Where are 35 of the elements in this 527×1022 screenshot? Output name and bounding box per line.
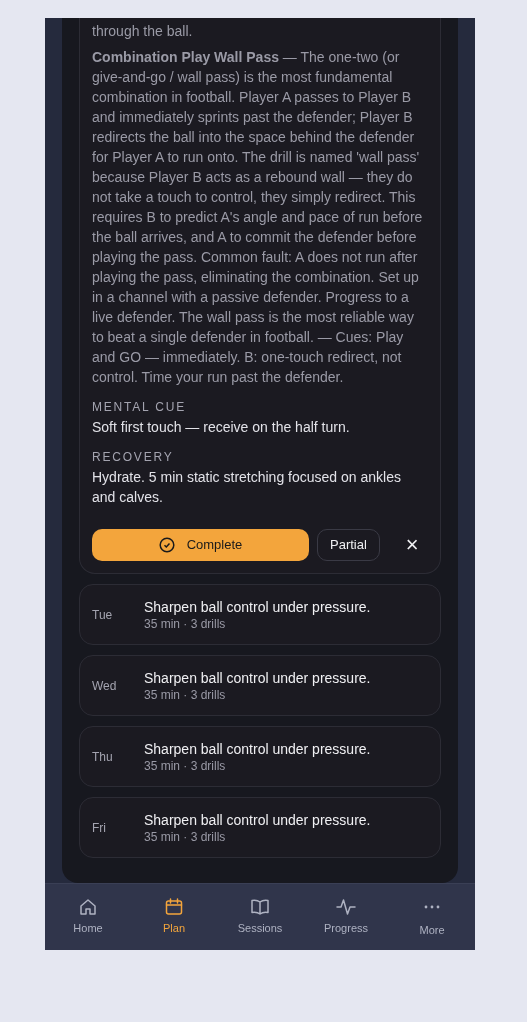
session-title: Sharpen ball control under pressure. [144,739,371,758]
close-button[interactable]: × [401,534,423,556]
section-label: MENTAL CUE [92,399,187,415]
nav-tab[interactable]: Progress [303,896,389,935]
session-meta: 35 min · 3 drills [144,757,227,774]
day-label: Tue [92,606,114,624]
nav-tab[interactable]: More [389,896,475,937]
day-card[interactable]: Tue Sharpen ball control under pressure. 35 min · 3 drills [79,584,441,645]
session-meta: 35 min · 3 drills [144,686,227,703]
session-title: Sharpen ball control under pressure. [144,668,371,687]
day-label: Thu [92,748,114,766]
section-text: Hydrate. 5 min static stretching focused on ankles and calves. [92,468,402,507]
drill-text: through the ball. [92,22,194,41]
day-card[interactable]: Thu Sharpen ball control under pressure. 35 min · 3 drills [79,726,441,787]
section-text: Soft first touch — receive on the half turn. [92,418,351,437]
check-circle-icon [158,537,175,553]
complete-button[interactable]: Complete [92,529,309,561]
drill-description: Combination Play Wall Pass — The one-two (or give-and-go / wall pass) is the most fundamental combination in football. Player A passes to Player B and immediately sprints past the defender; Player B redirects the ball into the space behind the defender for Player A to run onto. The drill is named 'wall pass' because Player B acts as a rebound wall — they do not take a touch to control, they simply redirect. This requires B to predict A's angle and pace of run before the ball arrives, and A to commit the defender before playing the pass. Common fault: A does not run after playing the pass, eliminating the combination. Set up in a channel with a passive defender. Progress to a live defender. The wall pass is the most reliable way to beat a single defender in football. — Cues: Play and GO — immediately. B: one-touch redirect, not control. Time your run past the defender. [92,48,424,387]
nav-tab[interactable]: Home [45,896,131,935]
section-label: RECOVERY [92,449,175,465]
home-icon [77,896,99,918]
pulse-icon [335,896,357,918]
day-card[interactable]: Fri Sharpen ball control under pressure. 35 min · 3 drills [79,797,441,858]
session-meta: 35 min · 3 drills [144,828,227,845]
nav-tab[interactable]: Plan [131,896,217,935]
session-title: Sharpen ball control under pressure. [144,597,371,616]
calendar-icon [163,896,185,918]
partial-button[interactable]: Partial [317,529,380,561]
day-label: Wed [92,677,118,695]
day-card[interactable]: Wed Sharpen ball control under pressure. 35 min · 3 drills [79,655,441,716]
day-label: Fri [92,819,107,837]
more-icon [424,905,440,909]
nav-tab[interactable]: Sessions [217,896,303,935]
session-title: Sharpen ball control under pressure. [144,810,371,829]
session-meta: 35 min · 3 drills [144,615,227,632]
